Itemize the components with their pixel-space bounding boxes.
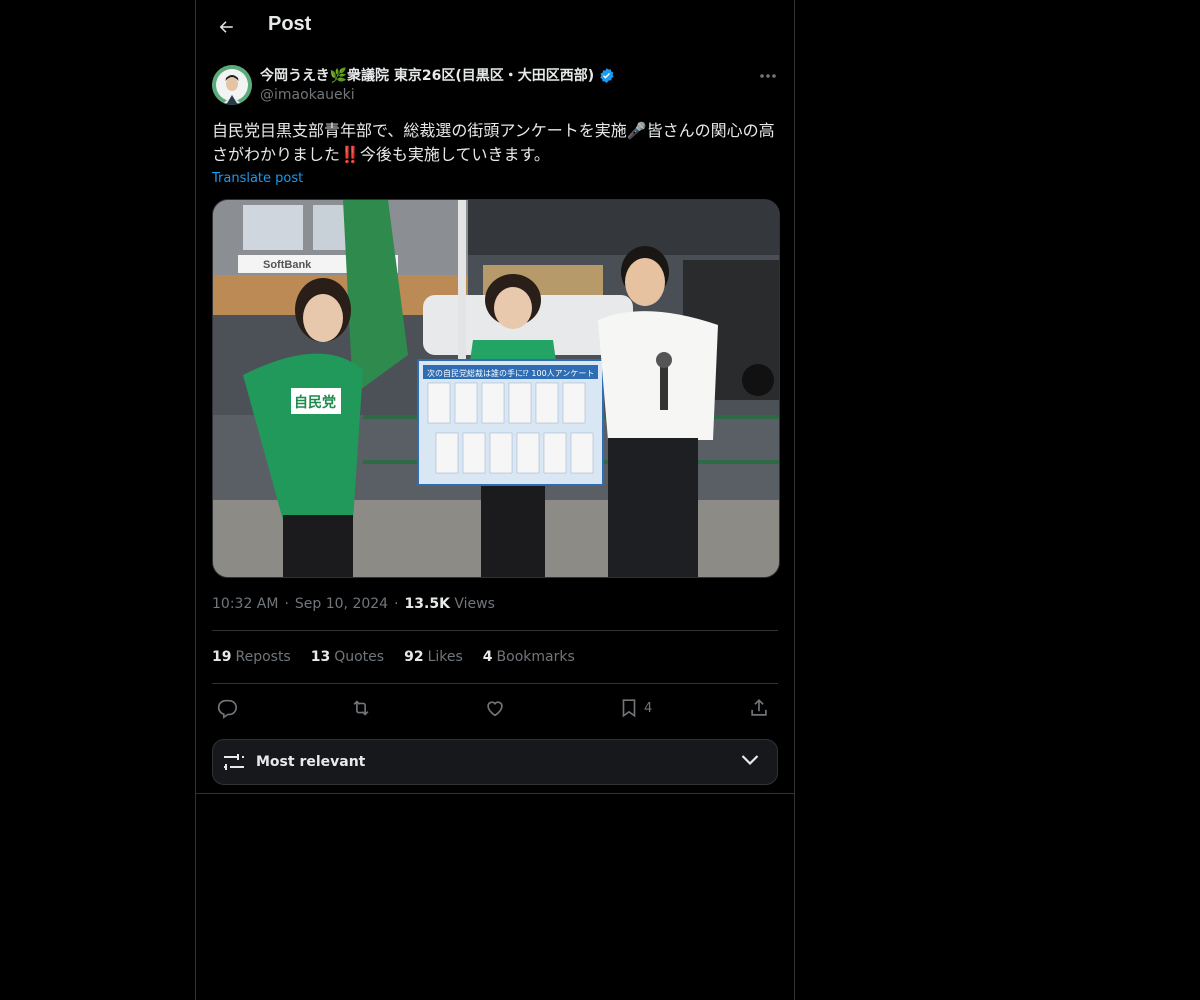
post-media[interactable]: SoftBank 自民党 次の自民党総裁は誰の手に⁉ 100人アンケート: [212, 199, 780, 578]
author-display-name[interactable]: 今岡うえき🌿衆議院 東京26区(目黒区・大田区西部): [260, 65, 594, 85]
divider: [212, 630, 778, 631]
action-bar: 4: [212, 693, 778, 723]
divider: [196, 793, 794, 794]
likes-count: 92: [404, 649, 424, 665]
reposts-count: 19: [212, 649, 232, 665]
post-text: 自民党目黒支部青年部で、総裁選の街頭アンケートを実施🎤皆さんの関心の高さがわかり…: [212, 121, 775, 164]
verified-badge-icon: [600, 67, 614, 83]
author-name-row: 今岡うえき🌿衆議院 東京26区(目黒区・大田区西部): [260, 65, 615, 85]
translate-link[interactable]: Translate post: [212, 171, 303, 186]
more-icon: [760, 74, 776, 78]
quotes-stat[interactable]: 13 Quotes: [311, 649, 384, 665]
sort-sliders-icon: [224, 754, 244, 770]
post-meta: 10:32 AM · Sep 10, 2024 · 13.5K Views: [212, 596, 495, 612]
author-handle[interactable]: @imaokaueki: [260, 87, 355, 103]
bookmarks-label: Bookmarks: [496, 649, 575, 665]
reposts-stat[interactable]: 19 Reposts: [212, 649, 291, 665]
like-button[interactable]: [484, 693, 506, 723]
bookmark-button[interactable]: 4: [618, 693, 652, 723]
quotes-count: 13: [310, 649, 331, 665]
back-button[interactable]: [210, 11, 242, 43]
bookmark-count: 4: [644, 700, 653, 716]
likes-label: Likes: [427, 649, 463, 665]
meta-separator: ·: [284, 596, 289, 612]
shirt-text: 自民党: [294, 394, 336, 411]
sort-label: Most relevant: [256, 754, 366, 770]
reply-button[interactable]: [216, 693, 238, 723]
reposts-label: Reposts: [235, 649, 291, 665]
bookmarks-count: 4: [482, 649, 493, 665]
post-time[interactable]: 10:32 AM: [212, 596, 278, 612]
like-icon: [487, 701, 503, 717]
header: Post: [196, 0, 794, 54]
views: 13.5K Views: [405, 596, 495, 612]
reply-sort-dropdown[interactable]: Most relevant: [212, 739, 778, 785]
bookmark-icon: [622, 699, 636, 718]
post-column: Post 今岡うえき🌿衆議院 東京26区(目黒区・大田区西部) @imaokau…: [195, 0, 795, 1000]
page-title: Post: [268, 13, 312, 35]
likes-stat[interactable]: 92 Likes: [404, 649, 463, 665]
share-icon: [751, 699, 767, 716]
post-date[interactable]: Sep 10, 2024: [295, 596, 388, 612]
views-count: 13.5K: [404, 596, 450, 612]
avatar-image: [212, 65, 252, 105]
reply-icon: [217, 699, 237, 719]
repost-icon: [353, 700, 369, 716]
avatar[interactable]: [212, 65, 252, 105]
media-photo: SoftBank 自民党 次の自民党総裁は誰の手に⁉ 100人アンケート: [213, 200, 779, 577]
bookmarks-stat[interactable]: 4 Bookmarks: [483, 649, 575, 665]
divider: [212, 683, 778, 684]
softbank-sign: SoftBank: [263, 259, 312, 271]
engagement-stats: 19 Reposts 13 Quotes 92 Likes 4 Bookmarks: [212, 649, 575, 665]
quotes-label: Quotes: [334, 649, 385, 665]
back-arrow-icon: [219, 21, 233, 33]
repost-button[interactable]: [350, 693, 372, 723]
board-title: 次の自民党総裁は誰の手に⁉ 100人アンケート: [427, 368, 594, 378]
chevron-down-icon: [741, 755, 759, 766]
views-label: Views: [454, 596, 495, 612]
share-button[interactable]: [748, 693, 770, 723]
meta-separator: ·: [394, 596, 399, 612]
more-button[interactable]: [752, 66, 784, 86]
